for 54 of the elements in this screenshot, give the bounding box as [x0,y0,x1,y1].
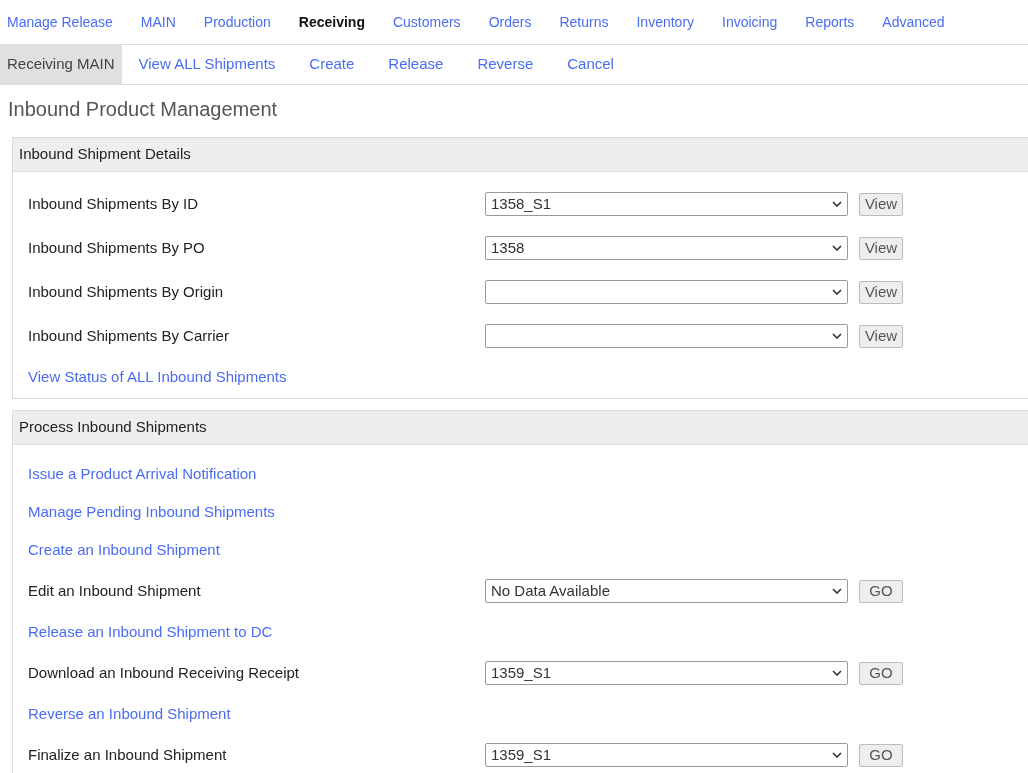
field-label: Inbound Shipments By ID [28,193,200,214]
action-button[interactable]: GO [859,579,903,603]
sub-nav-tab[interactable]: Create [292,45,372,84]
page-title: Inbound Product Management [7,97,279,122]
action-link[interactable]: View Status of ALL Inbound Shipments [28,365,287,389]
sub-nav-tab[interactable]: Cancel [550,45,631,84]
dropdown[interactable] [485,324,848,348]
action-link[interactable]: Create an Inbound Shipment [28,538,220,562]
dropdown[interactable]: 1358 [485,236,848,260]
dropdown[interactable]: 1359_S1 [485,743,848,767]
field-label: Finalize an Inbound Shipment [28,744,228,765]
dropdown[interactable]: 1359_S1 [485,661,848,685]
action-link[interactable]: Manage Pending Inbound Shipments [28,500,275,524]
field-label: Inbound Shipments By Carrier [28,325,230,346]
action-link[interactable]: Release an Inbound Shipment to DC [28,620,273,644]
field-label: Inbound Shipments By Origin [28,281,225,302]
field-label: Edit an Inbound Shipment [28,580,202,601]
nav-tab[interactable]: Manage Release [0,11,127,33]
nav-tab[interactable]: Orders [474,11,546,33]
action-button[interactable]: View [859,192,903,216]
nav-tab[interactable]: Returns [545,11,623,33]
action-button[interactable]: View [859,324,903,348]
nav-tab[interactable]: Production [189,11,285,33]
field-label: Inbound Shipments By PO [28,237,206,258]
nav-tab[interactable]: Customers [378,11,475,33]
action-link[interactable]: Reverse an Inbound Shipment [28,702,231,726]
sub-nav-tab[interactable]: Reverse [460,45,551,84]
section-header: Inbound Shipment Details [13,138,1028,172]
section-header: Process Inbound Shipments [13,411,1028,445]
nav-tab[interactable]: Invoicing [708,11,792,33]
chevron-down-icon [832,289,842,295]
dropdown[interactable] [485,280,848,304]
dropdown[interactable]: No Data Available [485,579,848,603]
chevron-down-icon [832,201,842,207]
chevron-down-icon [832,752,842,758]
nav-tab[interactable]: Inventory [622,11,709,33]
chevron-down-icon [832,588,842,594]
sub-nav-tab[interactable]: Release [371,45,461,84]
sub-nav-tab[interactable]: Receiving MAIN [0,45,122,84]
chevron-down-icon [832,245,842,251]
chevron-down-icon [832,670,842,676]
nav-tab[interactable]: Advanced [868,11,947,33]
action-button[interactable]: View [859,236,903,260]
action-button[interactable]: GO [859,743,903,767]
action-button[interactable]: GO [859,661,903,685]
sub-nav-tab[interactable]: View ALL Shipments [121,45,293,84]
field-label: Download an Inbound Receiving Receipt [28,662,300,683]
nav-tab[interactable]: Reports [791,11,869,33]
nav-tab[interactable]: Receiving [284,11,379,33]
chevron-down-icon [832,333,842,339]
action-link[interactable]: Issue a Product Arrival Notification [28,462,257,486]
dropdown[interactable]: 1358_S1 [485,192,848,216]
action-button[interactable]: View [859,280,903,304]
nav-tab[interactable]: MAIN [126,11,190,33]
